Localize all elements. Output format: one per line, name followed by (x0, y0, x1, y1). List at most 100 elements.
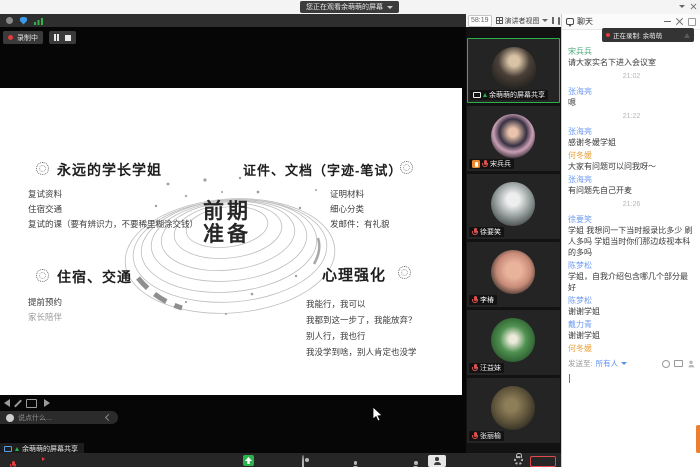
popout-chat-icon[interactable] (688, 18, 696, 26)
quick-chat-bar[interactable]: 说点什么... (0, 411, 118, 424)
slide-bullet: 我都到这一步了，我能放弃？ (306, 314, 417, 326)
green-up-arrow-icon (483, 93, 487, 97)
chat-sender: 何冬媛 (568, 150, 695, 161)
meeting-timer: 58:19 (468, 15, 492, 27)
participant-tile[interactable]: 徐要笑 (467, 174, 560, 239)
chat-text: 谢谢学姐 (568, 330, 695, 341)
emoji-picker-icon[interactable] (662, 360, 670, 368)
mouse-cursor (372, 406, 384, 423)
participant-label: 李椿 (469, 295, 497, 305)
avatar (491, 250, 535, 294)
participant-name: 宋兵兵 (490, 159, 511, 169)
layout-view-button[interactable]: 演讲者视图 (496, 16, 548, 26)
chat-message: 徐要笑 学姐 我想问一下当时报录比多少 刷人多吗 学姐当时你们那边歧视本科的多吗 (568, 214, 695, 258)
slide-bullet: 细心分类 (330, 203, 364, 215)
chat-text: 请大家实名下进入会议室 (568, 57, 695, 68)
window-titlebar: 您正在观看余萌萌的屏幕 (0, 0, 700, 15)
monitor-icon (4, 446, 12, 452)
whiteboard-icon[interactable] (26, 399, 37, 408)
record-dot-icon (8, 35, 13, 40)
pause-recording-icon[interactable] (54, 34, 59, 41)
emoji-face-icon (6, 414, 14, 422)
chat-button-active[interactable] (428, 455, 446, 467)
chat-message: 陈梦松 学姐，自我介绍包含哪几个部分最好 (568, 260, 695, 293)
chat-message-list[interactable]: 宋兵兵 请大家实名下进入会议室 21:02 张海亮 嗯 21:22 张海亮 感谢… (568, 46, 695, 354)
orange-scrollbar-handle[interactable] (696, 425, 700, 453)
chat-sender: 戴力青 (568, 319, 695, 330)
recording-toast: 正在录制: 余萌萌 (602, 28, 694, 42)
screen-share-stage: 录制中 (0, 27, 466, 453)
chat-sender: 何冬媛 (568, 343, 695, 354)
chat-message: 何冬媛 大家有问题可以问我呀～ (568, 150, 695, 172)
leave-meeting-button[interactable] (530, 456, 556, 467)
mention-icon[interactable] (688, 360, 695, 367)
participant-tile[interactable]: 宋兵兵 (467, 106, 560, 171)
avatar (492, 47, 536, 91)
participant-tile[interactable]: 张丽榆 (467, 378, 560, 443)
settings-button[interactable] (514, 456, 523, 465)
layout-grid-icon (496, 17, 503, 24)
avatar (491, 318, 535, 362)
share-screen-button[interactable] (243, 455, 254, 466)
slide-bullet: 别人行，我也行 (306, 330, 366, 342)
chat-input[interactable] (562, 370, 700, 467)
meeting-toolbar (0, 453, 561, 467)
meeting-app-window: 您正在观看余萌萌的屏幕 58:19 演讲者视图 录制中 (0, 0, 700, 467)
participant-tile[interactable]: 李椿 (467, 242, 560, 307)
slide-bullet: 证明材料 (330, 188, 364, 200)
participant-tile[interactable]: 汪益妹 (467, 310, 560, 375)
recording-logo-icon (684, 33, 690, 38)
participant-tile-sharing[interactable]: 余萌萌的屏幕共享 (467, 38, 560, 103)
chat-message: 陈梦松 谢谢学姐 (568, 295, 695, 317)
recording-controls (49, 31, 76, 44)
participant-name: 徐要笑 (480, 227, 501, 237)
window-close-icon[interactable] (691, 4, 697, 10)
mic-muted-icon (482, 160, 488, 168)
meeting-info-bar (0, 14, 466, 27)
fullscreen-icon[interactable] (552, 17, 554, 24)
undo-arrow-icon[interactable] (4, 399, 10, 407)
recording-toast-text: 正在录制: 余萌萌 (613, 30, 662, 40)
minimize-chat-icon[interactable] (664, 21, 671, 22)
send-to-label: 发送至: (568, 358, 593, 369)
layout-view-label: 演讲者视图 (505, 16, 540, 26)
slide-bullet: 提前预约 (28, 296, 62, 308)
participant-label: 宋兵兵 (469, 159, 514, 169)
slide-section-title: 永远的学长学姐 (57, 160, 162, 180)
participants-button[interactable] (351, 461, 359, 467)
redo-arrow-icon[interactable] (44, 399, 50, 407)
chat-text: 嗯 (568, 97, 695, 108)
view-controls: 58:19 演讲者视图 (466, 14, 561, 27)
window-collapse-icon[interactable] (679, 5, 685, 8)
image-upload-icon[interactable] (674, 360, 683, 367)
slide-bullet: 复试资料 (28, 188, 62, 200)
chat-text: 有问题先自己开麦 (568, 185, 695, 196)
slide-bullet: 我能行，我可以 (306, 298, 366, 310)
annotation-toolbar (4, 398, 50, 408)
collapse-left-icon[interactable] (105, 414, 112, 421)
person-icon (433, 457, 441, 465)
network-signal-icon[interactable] (34, 17, 43, 25)
slide-bullet: 住宿交通 (28, 203, 62, 215)
slide-section-title: 住宿、交通 (57, 267, 132, 287)
chat-message: 宋兵兵 请大家实名下进入会议室 (568, 46, 695, 68)
send-to-row: 发送至: 所有人 (568, 358, 695, 369)
send-to-dropdown[interactable]: 所有人 (596, 358, 619, 369)
slide-bullet: 复试的课（要有辨识力，不要稀里糊涂交钱） (28, 218, 198, 230)
mic-muted-button[interactable] (10, 461, 16, 467)
chat-message: 张海亮 感谢冬媛学姐 (568, 126, 695, 148)
meeting-info-icon[interactable] (6, 17, 13, 24)
chat-title: 聊天 (577, 16, 593, 27)
record-button[interactable] (302, 455, 304, 467)
close-chat-icon[interactable] (676, 18, 683, 25)
stop-recording-icon[interactable] (65, 35, 71, 41)
security-shield-icon[interactable] (20, 17, 27, 25)
pen-icon[interactable] (14, 399, 22, 407)
device-icon[interactable] (558, 17, 560, 25)
chat-panel: 聊天 正在录制: 余萌萌 宋兵兵 请大家实名下进入会议室 21:02 张海亮 嗯… (561, 14, 700, 467)
participant-name: 汪益妹 (480, 363, 501, 373)
spiral-bullet-icon (398, 266, 411, 279)
participant-label: 徐要笑 (469, 227, 504, 237)
participant-label: 余萌萌的屏幕共享 (470, 90, 548, 100)
manage-members-button[interactable] (412, 461, 420, 467)
